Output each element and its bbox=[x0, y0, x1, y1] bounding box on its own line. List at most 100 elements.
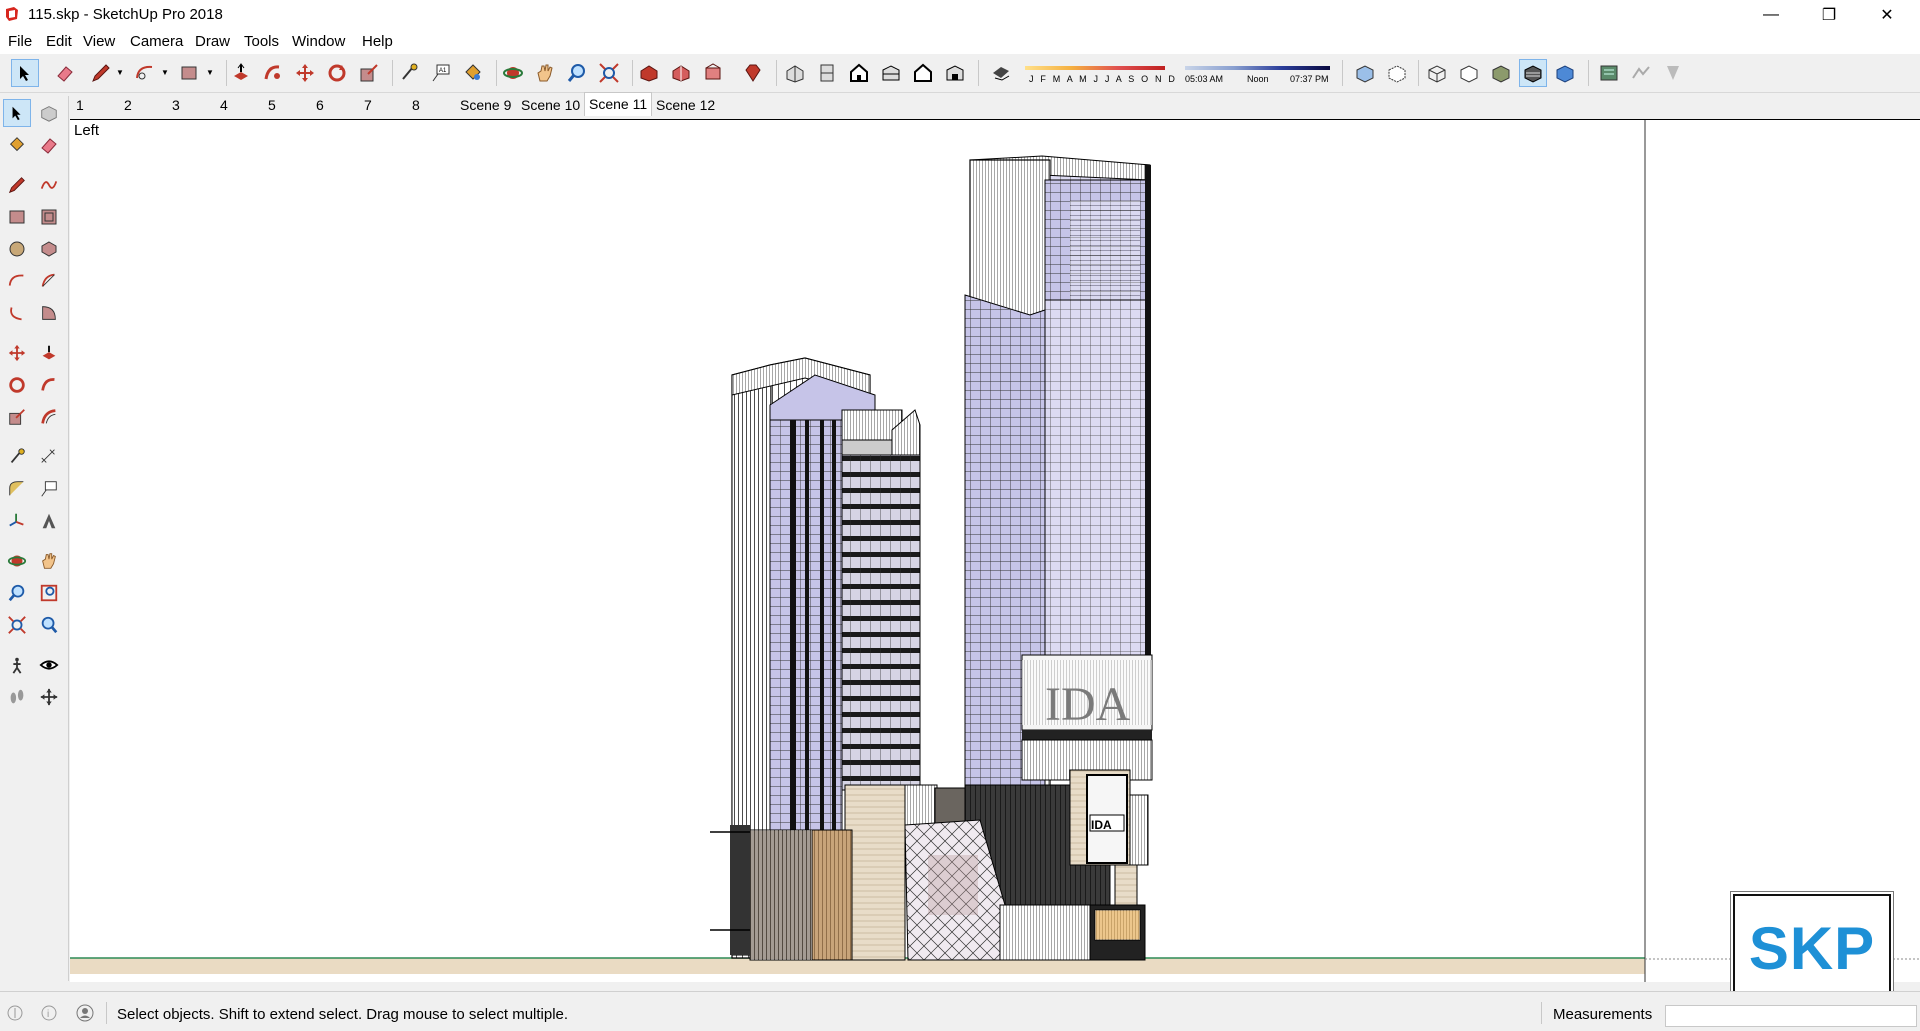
close-button[interactable]: ✕ bbox=[1858, 0, 1916, 30]
pie-tool-button[interactable] bbox=[36, 300, 62, 326]
tape-measure-tool-button[interactable] bbox=[396, 60, 422, 86]
two-point-arc-tool-button[interactable] bbox=[36, 268, 62, 294]
polygon-tool-button[interactable] bbox=[36, 236, 62, 262]
wireframe-style-button[interactable] bbox=[1424, 60, 1450, 86]
menu-view[interactable]: View bbox=[83, 33, 115, 50]
pan-tool-button[interactable] bbox=[36, 548, 62, 574]
model-viewport[interactable]: Left IDA IDA bbox=[70, 119, 1920, 982]
dropdown-arrow-icon[interactable]: ▼ bbox=[116, 68, 124, 77]
scene-tab-active[interactable]: Scene 11 bbox=[584, 92, 653, 116]
scene-tab[interactable]: Scene 9 bbox=[456, 95, 515, 115]
scene-tab[interactable]: 5 bbox=[264, 95, 280, 115]
rotate-tool-button[interactable] bbox=[324, 60, 350, 86]
select-tool-button[interactable] bbox=[11, 59, 39, 87]
user-account-icon[interactable] bbox=[76, 1004, 94, 1022]
rectangle-tool-button[interactable] bbox=[4, 204, 30, 230]
push-pull-tool-button[interactable] bbox=[228, 60, 254, 86]
dimension-tool-button[interactable] bbox=[36, 444, 62, 470]
arc-tool-button[interactable] bbox=[132, 60, 158, 86]
shadow-date-slider[interactable]: J F M A M J J A S O N D bbox=[1025, 62, 1175, 88]
paint-bucket-tool-button[interactable] bbox=[460, 60, 486, 86]
dropdown-arrow-icon[interactable]: ▼ bbox=[161, 68, 169, 77]
text-tool-button[interactable]: A1 bbox=[428, 60, 454, 86]
zoom-tool-button[interactable] bbox=[4, 580, 30, 606]
3d-warehouse-button[interactable] bbox=[636, 60, 662, 86]
right-view-button[interactable] bbox=[878, 60, 904, 86]
extension-warehouse-button[interactable] bbox=[740, 60, 766, 86]
dropdown-arrow-icon[interactable]: ▼ bbox=[206, 68, 214, 77]
scene-tab[interactable]: Scene 10 bbox=[517, 95, 584, 115]
share-model-button[interactable] bbox=[668, 60, 694, 86]
scene-tab[interactable]: Scene 12 bbox=[652, 95, 719, 115]
offset-tool-button[interactable] bbox=[36, 404, 62, 430]
zoom-window-tool-button[interactable] bbox=[36, 580, 62, 606]
scale-tool-button[interactable] bbox=[4, 404, 30, 430]
zoom-extents-tool-button[interactable] bbox=[596, 60, 622, 86]
menu-draw[interactable]: Draw bbox=[195, 33, 230, 50]
shaded-style-button[interactable] bbox=[1488, 60, 1514, 86]
left-view-button[interactable] bbox=[942, 60, 968, 86]
top-view-button[interactable] bbox=[814, 60, 840, 86]
share-component-button[interactable] bbox=[700, 60, 726, 86]
orbit-tool-button[interactable] bbox=[500, 60, 526, 86]
look-around-tool-button[interactable] bbox=[36, 652, 62, 678]
photo-texture-button[interactable] bbox=[1660, 60, 1686, 86]
tape-measure-tool-button[interactable] bbox=[4, 444, 30, 470]
shadow-time-slider[interactable]: 05:03 AM Noon 07:37 PM bbox=[1185, 62, 1330, 88]
move-tool-button[interactable] bbox=[292, 60, 318, 86]
scene-tab[interactable]: 2 bbox=[120, 95, 136, 115]
scene-tab[interactable]: 7 bbox=[360, 95, 376, 115]
menu-edit[interactable]: Edit bbox=[46, 33, 72, 50]
shaded-textures-style-button[interactable] bbox=[1519, 59, 1547, 87]
text-tool-button[interactable] bbox=[36, 476, 62, 502]
scale-tool-button[interactable] bbox=[356, 60, 382, 86]
menu-camera[interactable]: Camera bbox=[130, 33, 183, 50]
follow-me-tool-button[interactable] bbox=[36, 372, 62, 398]
protractor-tool-button[interactable] bbox=[4, 476, 30, 502]
orbit-tool-button[interactable] bbox=[4, 548, 30, 574]
line-tool-button[interactable] bbox=[4, 172, 30, 198]
select-tool-button[interactable] bbox=[3, 99, 31, 127]
menu-file[interactable]: File bbox=[8, 33, 32, 50]
scene-tab[interactable]: 3 bbox=[168, 95, 184, 115]
previous-view-tool-button[interactable] bbox=[36, 612, 62, 638]
paint-bucket-tool-button[interactable] bbox=[4, 132, 30, 158]
rotate-tool-button[interactable] bbox=[4, 372, 30, 398]
rotated-rectangle-tool-button[interactable] bbox=[36, 204, 62, 230]
minimize-button[interactable]: — bbox=[1742, 0, 1800, 30]
freehand-tool-button[interactable] bbox=[36, 172, 62, 198]
geolocation-icon[interactable] bbox=[7, 1005, 23, 1021]
scene-tab[interactable]: 1 bbox=[72, 95, 88, 115]
3d-text-tool-button[interactable] bbox=[36, 508, 62, 534]
menu-window[interactable]: Window bbox=[292, 33, 345, 50]
section-plane-tool-button[interactable] bbox=[36, 684, 62, 710]
arc-tool-button[interactable] bbox=[4, 268, 30, 294]
front-view-button[interactable] bbox=[846, 60, 872, 86]
measurements-input[interactable] bbox=[1665, 1005, 1917, 1027]
push-pull-tool-button[interactable] bbox=[36, 340, 62, 366]
circle-tool-button[interactable] bbox=[4, 236, 30, 262]
maximize-button[interactable]: ❐ bbox=[1800, 0, 1858, 30]
zoom-extents-tool-button[interactable] bbox=[4, 612, 30, 638]
position-camera-tool-button[interactable] bbox=[4, 652, 30, 678]
shadows-toggle-button[interactable] bbox=[988, 60, 1014, 86]
move-tool-button[interactable] bbox=[4, 340, 30, 366]
back-view-button[interactable] bbox=[910, 60, 936, 86]
back-edges-style-button[interactable] bbox=[1384, 60, 1410, 86]
three-point-arc-tool-button[interactable] bbox=[4, 300, 30, 326]
eraser-tool-button[interactable] bbox=[36, 132, 62, 158]
zoom-tool-button[interactable] bbox=[564, 60, 590, 86]
make-component-button[interactable] bbox=[36, 100, 62, 126]
iso-view-button[interactable] bbox=[782, 60, 808, 86]
hidden-line-style-button[interactable] bbox=[1456, 60, 1482, 86]
axes-tool-button[interactable] bbox=[4, 508, 30, 534]
xray-style-button[interactable] bbox=[1352, 60, 1378, 86]
menu-tools[interactable]: Tools bbox=[244, 33, 279, 50]
walk-tool-button[interactable] bbox=[4, 684, 30, 710]
add-location-button[interactable] bbox=[1596, 60, 1622, 86]
scene-tab[interactable]: 4 bbox=[216, 95, 232, 115]
menu-help[interactable]: Help bbox=[362, 33, 393, 50]
scene-tab[interactable]: 8 bbox=[408, 95, 424, 115]
pan-tool-button[interactable] bbox=[532, 60, 558, 86]
toggle-terrain-button[interactable] bbox=[1628, 60, 1654, 86]
